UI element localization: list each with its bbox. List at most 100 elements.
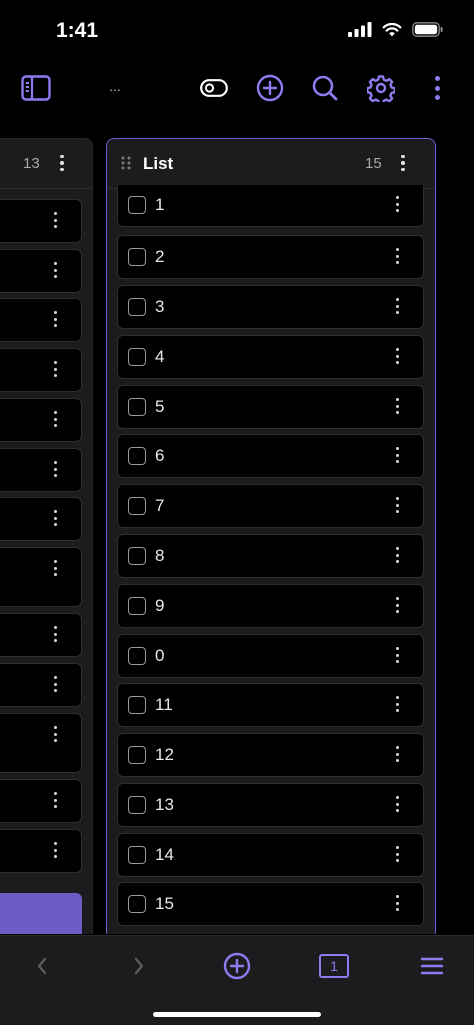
card-menu-button[interactable] (49, 510, 61, 526)
card-item[interactable]: 12 (117, 733, 424, 777)
gear-icon (367, 75, 395, 102)
search-button[interactable] (307, 70, 343, 106)
card-item[interactable] (0, 199, 82, 243)
card-item[interactable]: 1 (117, 185, 424, 227)
tabs-button[interactable]: 1 (316, 950, 352, 982)
card-item[interactable] (0, 298, 82, 342)
card-item[interactable]: 6 (117, 434, 424, 478)
back-arrow-icon (37, 957, 47, 975)
card-item[interactable]: 14 (117, 833, 424, 877)
card-menu-button[interactable] (391, 895, 403, 911)
card-checkbox[interactable] (128, 248, 146, 266)
card-item[interactable]: 5 (117, 385, 424, 429)
kanban-board[interactable]: 13 List 15 1 2 3 4 5 6 7 8 9 0 11 12 13 … (0, 138, 474, 934)
card-checkbox[interactable] (128, 647, 146, 665)
card-checkbox[interactable] (128, 846, 146, 864)
forward-button[interactable] (121, 950, 157, 982)
back-button[interactable] (24, 950, 60, 982)
card-menu-button[interactable] (49, 676, 61, 692)
card-checkbox[interactable] (128, 597, 146, 615)
card-item[interactable] (0, 398, 82, 442)
status-time: 1:41 (56, 19, 99, 42)
card-item[interactable]: 8 (117, 534, 424, 578)
card-menu-button[interactable] (391, 796, 403, 812)
bottom-navigation: 1 (0, 935, 474, 1025)
card-menu-button[interactable] (391, 348, 403, 364)
card-menu-button[interactable] (391, 696, 403, 712)
card-menu-button[interactable] (391, 846, 403, 862)
lane-count: 13 (23, 155, 40, 172)
card-checkbox[interactable] (128, 497, 146, 515)
card-checkbox[interactable] (128, 547, 146, 565)
card-item[interactable]: 15 (117, 882, 424, 926)
add-card-button[interactable] (0, 893, 82, 934)
card-item[interactable] (0, 448, 82, 492)
card-menu-button[interactable] (49, 626, 61, 642)
more-options-button[interactable] (419, 70, 455, 106)
card-item[interactable] (0, 663, 82, 707)
card-menu-button[interactable] (49, 461, 61, 477)
card-menu-button[interactable] (49, 560, 61, 576)
card-item[interactable] (0, 713, 82, 773)
card-menu-button[interactable] (49, 411, 61, 427)
card-item[interactable] (0, 497, 82, 541)
card-menu-button[interactable] (49, 311, 61, 327)
menu-button[interactable] (414, 950, 450, 982)
lane-title[interactable]: List (143, 154, 173, 174)
card-checkbox[interactable] (128, 696, 146, 714)
card-item[interactable]: 2 (117, 235, 424, 279)
card-checkbox[interactable] (128, 398, 146, 416)
card-menu-button[interactable] (391, 597, 403, 613)
add-circle-icon (223, 952, 251, 980)
card-text: 9 (155, 596, 165, 615)
card-item[interactable]: 3 (117, 285, 424, 329)
drag-handle-icon[interactable] (121, 156, 131, 170)
card-item[interactable] (0, 249, 82, 293)
card-menu-button[interactable] (391, 746, 403, 762)
card-menu-button[interactable] (49, 361, 61, 377)
menu-icon (420, 957, 444, 975)
card-item[interactable]: 7 (117, 484, 424, 528)
card-item[interactable]: 4 (117, 335, 424, 379)
lane-left[interactable]: 13 (0, 138, 93, 934)
card-menu-button[interactable] (49, 842, 61, 858)
card-menu-button[interactable] (49, 262, 61, 278)
card-item[interactable] (0, 613, 82, 657)
card-item[interactable] (0, 779, 82, 823)
toggle-mode-button[interactable] (196, 70, 232, 106)
lane-list[interactable]: List 15 1 2 3 4 5 6 7 8 9 0 11 12 13 14 … (106, 138, 436, 934)
lane-menu-button[interactable] (396, 153, 410, 173)
lane-header: 13 (0, 139, 92, 189)
card-menu-button[interactable] (391, 196, 403, 212)
card-item[interactable]: 9 (117, 584, 424, 628)
lane-menu-button[interactable] (55, 153, 69, 173)
card-checkbox[interactable] (128, 796, 146, 814)
card-text: 7 (155, 496, 165, 515)
new-note-button[interactable] (219, 950, 255, 982)
card-menu-button[interactable] (49, 726, 61, 742)
settings-button[interactable] (363, 70, 399, 106)
card-menu-button[interactable] (49, 212, 61, 228)
sidebar-toggle-button[interactable] (18, 70, 54, 106)
card-checkbox[interactable] (128, 348, 146, 366)
card-item[interactable]: 11 (117, 683, 424, 727)
card-item[interactable]: 0 (117, 634, 424, 678)
card-menu-button[interactable] (391, 248, 403, 264)
card-item[interactable] (0, 547, 82, 607)
card-menu-button[interactable] (391, 298, 403, 314)
card-menu-button[interactable] (49, 792, 61, 808)
card-checkbox[interactable] (128, 196, 146, 214)
card-menu-button[interactable] (391, 547, 403, 563)
card-menu-button[interactable] (391, 497, 403, 513)
card-checkbox[interactable] (128, 298, 146, 316)
card-menu-button[interactable] (391, 447, 403, 463)
card-item[interactable]: 13 (117, 783, 424, 827)
card-item[interactable] (0, 829, 82, 873)
card-checkbox[interactable] (128, 447, 146, 465)
card-item[interactable] (0, 348, 82, 392)
card-checkbox[interactable] (128, 746, 146, 764)
card-menu-button[interactable] (391, 398, 403, 414)
card-checkbox[interactable] (128, 895, 146, 913)
card-menu-button[interactable] (391, 647, 403, 663)
add-button[interactable] (252, 70, 288, 106)
